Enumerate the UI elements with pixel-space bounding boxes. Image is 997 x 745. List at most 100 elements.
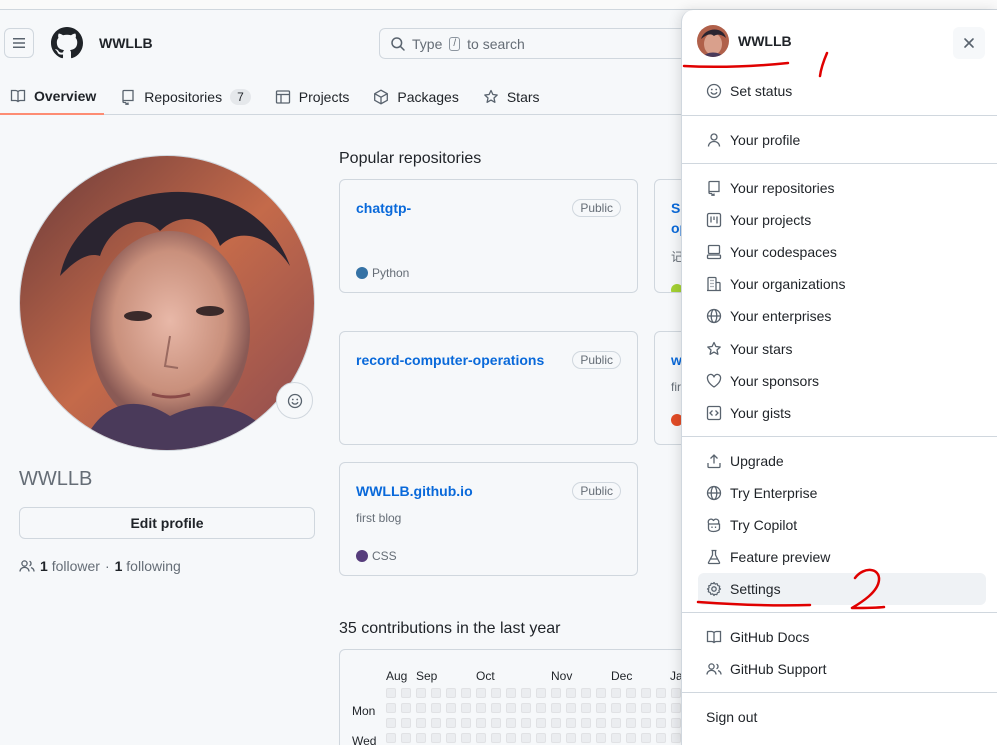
contribution-cell[interactable] [416, 733, 426, 743]
contribution-cell[interactable] [596, 688, 606, 698]
contribution-cell[interactable] [506, 688, 516, 698]
contribution-cell[interactable] [521, 688, 531, 698]
contribution-cell[interactable] [551, 733, 561, 743]
contribution-cell[interactable] [581, 703, 591, 713]
contribution-cell[interactable] [581, 718, 591, 728]
contribution-cell[interactable] [476, 718, 486, 728]
contribution-cell[interactable] [626, 733, 636, 743]
contribution-cell[interactable] [431, 733, 441, 743]
contribution-cell[interactable] [416, 718, 426, 728]
menu-item-try-enterprise[interactable]: Try Enterprise [698, 477, 986, 509]
contribution-cell[interactable] [521, 733, 531, 743]
followers-link[interactable]: 1 follower [40, 558, 100, 574]
menu-item-your-codespaces[interactable]: Your codespaces [698, 236, 986, 268]
contribution-cell[interactable] [386, 733, 396, 743]
contribution-cell[interactable] [671, 688, 681, 698]
contribution-cell[interactable] [626, 703, 636, 713]
contribution-cell[interactable] [386, 703, 396, 713]
contribution-cell[interactable] [506, 733, 516, 743]
contribution-cell[interactable] [566, 703, 576, 713]
edit-profile-button[interactable]: Edit profile [19, 507, 315, 539]
menu-item-your-organizations[interactable]: Your organizations [698, 268, 986, 300]
contribution-cell[interactable] [491, 718, 501, 728]
menu-item-github-docs[interactable]: GitHub Docs [698, 621, 986, 653]
contribution-cell[interactable] [536, 703, 546, 713]
contribution-cell[interactable] [551, 718, 561, 728]
contribution-cell[interactable] [476, 703, 486, 713]
contribution-cell[interactable] [491, 703, 501, 713]
contribution-cell[interactable] [611, 733, 621, 743]
contribution-cell[interactable] [536, 733, 546, 743]
contribution-cell[interactable] [461, 718, 471, 728]
menu-item-your-enterprises[interactable]: Your enterprises [698, 300, 986, 332]
contribution-cell[interactable] [596, 733, 606, 743]
contribution-cell[interactable] [491, 733, 501, 743]
contribution-cell[interactable] [536, 718, 546, 728]
menu-item-upgrade[interactable]: Upgrade [698, 445, 986, 477]
close-menu-button[interactable] [953, 27, 985, 59]
contribution-cell[interactable] [506, 718, 516, 728]
contribution-cell[interactable] [521, 703, 531, 713]
contribution-cell[interactable] [446, 733, 456, 743]
contribution-cell[interactable] [476, 688, 486, 698]
contribution-cell[interactable] [671, 703, 681, 713]
contribution-cell[interactable] [431, 703, 441, 713]
contribution-cell[interactable] [581, 733, 591, 743]
contribution-cell[interactable] [416, 703, 426, 713]
contribution-cell[interactable] [521, 718, 531, 728]
header-username[interactable]: WWLLB [99, 35, 153, 51]
contribution-cell[interactable] [671, 718, 681, 728]
contribution-cell[interactable] [641, 733, 651, 743]
profile-avatar[interactable] [19, 155, 315, 451]
repo-name-link[interactable]: WWLLB.github.io [356, 483, 473, 499]
contribution-cell[interactable] [566, 733, 576, 743]
contribution-cell[interactable] [476, 733, 486, 743]
contribution-cell[interactable] [566, 718, 576, 728]
contribution-cell[interactable] [656, 718, 666, 728]
contribution-cell[interactable] [446, 718, 456, 728]
contribution-cell[interactable] [641, 688, 651, 698]
menu-item-your-repositories[interactable]: Your repositories [698, 172, 986, 204]
contribution-cell[interactable] [596, 703, 606, 713]
contribution-cell[interactable] [506, 703, 516, 713]
contribution-cell[interactable] [581, 688, 591, 698]
repo-name-link[interactable]: chatgtp- [356, 200, 411, 216]
contribution-cell[interactable] [566, 688, 576, 698]
contribution-cell[interactable] [386, 688, 396, 698]
contribution-cell[interactable] [656, 688, 666, 698]
contribution-cell[interactable] [386, 718, 396, 728]
contribution-cell[interactable] [611, 703, 621, 713]
menu-item-settings[interactable]: Settings [698, 573, 986, 605]
tab-overview[interactable]: Overview [0, 78, 105, 115]
contribution-cell[interactable] [401, 703, 411, 713]
menu-item-feature-preview[interactable]: Feature preview [698, 541, 986, 573]
menu-item-set-status[interactable]: Set status [698, 75, 986, 107]
tab-repositories[interactable]: Repositories 7 [112, 78, 259, 115]
tab-packages[interactable]: Packages [365, 78, 466, 115]
contribution-cell[interactable] [401, 718, 411, 728]
github-logo-icon[interactable] [51, 27, 83, 59]
contribution-cell[interactable] [446, 703, 456, 713]
contribution-cell[interactable] [416, 688, 426, 698]
contribution-cell[interactable] [626, 688, 636, 698]
contribution-cell[interactable] [551, 688, 561, 698]
contribution-cell[interactable] [401, 688, 411, 698]
contribution-cell[interactable] [401, 733, 411, 743]
contribution-cell[interactable] [446, 688, 456, 698]
menu-item-your-sponsors[interactable]: Your sponsors [698, 365, 986, 397]
menu-item-your-gists[interactable]: Your gists [698, 397, 986, 429]
hamburger-menu-button[interactable] [4, 28, 34, 58]
contribution-cell[interactable] [551, 703, 561, 713]
set-status-emoji-button[interactable] [276, 382, 313, 419]
contribution-cell[interactable] [641, 718, 651, 728]
repo-name-link[interactable]: record-computer-operations [356, 352, 544, 368]
tab-stars[interactable]: Stars [475, 78, 548, 115]
menu-item-your-projects[interactable]: Your projects [698, 204, 986, 236]
contribution-cell[interactable] [671, 733, 681, 743]
contribution-cell[interactable] [461, 703, 471, 713]
contribution-cell[interactable] [641, 703, 651, 713]
following-link[interactable]: 1 following [115, 558, 181, 574]
contribution-cell[interactable] [431, 688, 441, 698]
contribution-cell[interactable] [626, 718, 636, 728]
contribution-cell[interactable] [491, 688, 501, 698]
